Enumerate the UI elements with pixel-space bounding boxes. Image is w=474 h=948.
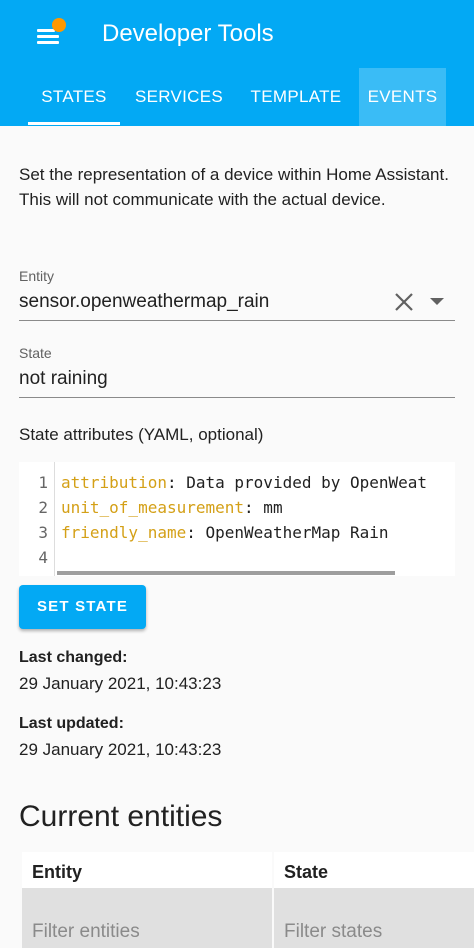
entity-input[interactable]: sensor.openweathermap_rain xyxy=(19,291,269,313)
last-changed-label: Last changed: xyxy=(19,649,128,666)
entity-label: Entity xyxy=(19,268,55,284)
filter-entities-input[interactable] xyxy=(22,888,272,948)
filter-entities-cell xyxy=(22,888,272,948)
state-label: State xyxy=(19,345,52,361)
line-number: 4 xyxy=(38,548,48,567)
entities-table: Entity State xyxy=(22,852,474,948)
yaml-key: friendly_name xyxy=(61,523,187,542)
yaml-value: mm xyxy=(253,498,283,517)
yaml-key: attribution xyxy=(61,473,167,492)
toolbar: Developer Tools xyxy=(0,0,474,68)
yaml-value: Data provided by OpenWeat xyxy=(176,473,428,492)
menu-icon xyxy=(37,29,55,32)
active-tab-indicator xyxy=(28,122,120,125)
code-line: attribution: Data provided by OpenWeat xyxy=(61,473,428,492)
tab-states[interactable]: STATES xyxy=(28,68,120,126)
column-header-entity: Entity xyxy=(22,852,272,888)
horizontal-scrollbar[interactable] xyxy=(57,571,395,575)
description: Set the representation of a device withi… xyxy=(19,162,459,212)
state-input[interactable]: not raining xyxy=(19,368,108,390)
arrow-drop-down-icon[interactable] xyxy=(430,298,444,305)
page-title: Developer Tools xyxy=(102,20,274,47)
tab-template[interactable]: TEMPLATE xyxy=(240,68,352,126)
current-entities-title: Current entities xyxy=(19,800,223,833)
tab-events[interactable]: EVENTS xyxy=(359,68,446,126)
menu-button[interactable] xyxy=(30,18,70,54)
close-icon[interactable] xyxy=(393,291,415,313)
tab-bar: STATES SERVICES TEMPLATE EVENTS xyxy=(0,68,474,126)
entity-underline xyxy=(19,320,455,321)
app-header: Developer Tools STATES SERVICES TEMPLATE… xyxy=(0,0,474,126)
filter-states-input[interactable] xyxy=(274,888,474,948)
description-line-2: This will not communicate with the actua… xyxy=(19,190,386,209)
notification-badge xyxy=(52,18,66,32)
menu-icon-bar xyxy=(37,35,59,38)
last-changed-value: 29 January 2021, 10:43:23 xyxy=(19,674,222,693)
set-state-button[interactable]: SET STATE xyxy=(19,585,146,629)
state-underline xyxy=(19,397,455,398)
last-updated-label: Last updated: xyxy=(19,715,124,732)
code-line: friendly_name: OpenWeatherMap Rain xyxy=(61,523,389,542)
tab-services[interactable]: SERVICES xyxy=(124,68,234,126)
column-header-state: State xyxy=(274,852,474,888)
description-line-1: Set the representation of a device withi… xyxy=(19,165,449,184)
yaml-editor[interactable]: 1 2 3 4 attribution: Data provided by Op… xyxy=(19,462,455,576)
line-number: 3 xyxy=(38,523,48,542)
code-line: unit_of_measurement: mm xyxy=(61,498,283,517)
line-number: 2 xyxy=(38,498,48,517)
yaml-value: OpenWeatherMap Rain xyxy=(195,523,389,542)
last-updated-value: 29 January 2021, 10:43:23 xyxy=(19,740,222,759)
attributes-label: State attributes (YAML, optional) xyxy=(19,425,264,444)
line-gutter: 1 2 3 4 xyxy=(19,462,55,576)
menu-icon-bar xyxy=(37,41,59,44)
line-number: 1 xyxy=(38,473,48,492)
filter-states-cell xyxy=(274,888,474,948)
yaml-key: unit_of_measurement xyxy=(61,498,245,517)
